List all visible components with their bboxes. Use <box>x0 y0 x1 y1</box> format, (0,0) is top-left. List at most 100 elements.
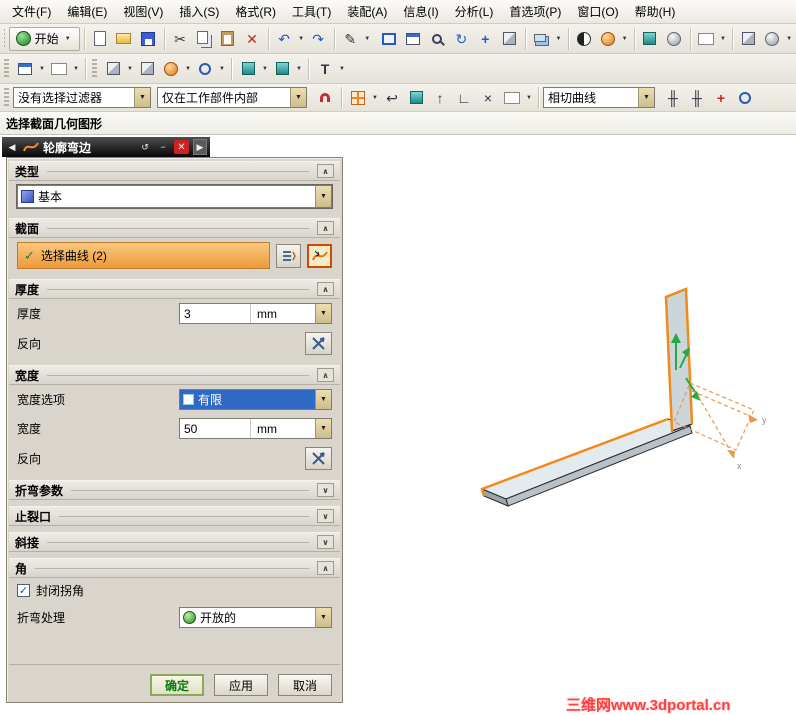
close-icon[interactable]: ✕ <box>174 140 189 154</box>
toolbar-grip[interactable] <box>4 58 9 79</box>
zoom-button[interactable] <box>425 27 449 51</box>
selection-filter-combo[interactable]: 没有选择过滤器 ▼ <box>13 87 151 108</box>
follow-fillet-button[interactable]: ╫ <box>685 86 709 110</box>
curve-rule-combo[interactable]: 相切曲线 ▼ <box>543 87 655 108</box>
shaded-view-button[interactable] <box>159 57 183 81</box>
ok-button[interactable]: 确定 <box>150 674 204 696</box>
cut-button[interactable]: ✂ <box>168 27 192 51</box>
minimize-icon[interactable]: − <box>156 139 170 155</box>
blank-dropdown-icon[interactable]: ▼ <box>71 57 81 81</box>
nav-back-icon[interactable]: ◀ <box>5 139 19 155</box>
orient-view-button[interactable] <box>101 57 125 81</box>
clip-section-dropdown-icon[interactable]: ▼ <box>294 57 304 81</box>
layer-settings-button[interactable] <box>530 27 554 51</box>
corner-snap-button[interactable]: ∟ <box>452 86 476 110</box>
stop-at-intersection-button[interactable]: ╫ <box>661 86 685 110</box>
save-button[interactable] <box>136 27 160 51</box>
dialog-title-bar[interactable]: ◀ 轮廓弯边 ↺ − ✕ ▶ <box>2 137 210 157</box>
corner-group-header[interactable]: 角 ∧ <box>9 558 340 578</box>
select-curve-field[interactable]: ✓ 选择曲线 (2) <box>17 242 270 269</box>
delete-button[interactable]: ✕ <box>240 27 264 51</box>
type-group-header[interactable]: 类型 ∧ <box>9 161 340 181</box>
menu-analysis[interactable]: 分析(L) <box>447 0 502 24</box>
background-swatch-button[interactable] <box>694 27 718 51</box>
fit-view-button[interactable] <box>377 27 401 51</box>
orient-view-dropdown-icon[interactable]: ▼ <box>125 57 135 81</box>
width-option-dropdown-icon[interactable]: ▼ <box>315 390 331 409</box>
toolbar-grip[interactable] <box>92 58 97 79</box>
width-group-header[interactable]: 宽度 ∧ <box>9 365 340 385</box>
chevron-up-icon[interactable]: ∧ <box>317 282 334 296</box>
selection-scope-dropdown-icon[interactable]: ▼ <box>290 88 306 107</box>
curve-rule-dropdown-icon[interactable]: ▼ <box>638 88 654 107</box>
object-display-button[interactable] <box>638 27 662 51</box>
menu-edit[interactable]: 编辑(E) <box>59 0 115 24</box>
flange-top-face[interactable] <box>480 418 692 500</box>
thickness-input[interactable] <box>180 304 250 323</box>
previous-selection-button[interactable]: ↩ <box>380 86 404 110</box>
render-style-dropdown-icon[interactable]: ▼ <box>784 27 794 51</box>
width-option-combo[interactable]: 有限 ▼ <box>179 389 332 410</box>
menu-format[interactable]: 格式(R) <box>227 0 284 24</box>
apply-button[interactable]: 应用 <box>214 674 268 696</box>
pan-view-button[interactable]: + <box>473 27 497 51</box>
pen-tool-button[interactable]: ✎ <box>338 27 362 51</box>
window-layout-button[interactable] <box>13 57 37 81</box>
snap-options-dropdown-icon[interactable]: ▼ <box>524 86 534 110</box>
graphics-viewport[interactable]: y x <box>380 250 796 550</box>
material-button[interactable] <box>596 27 620 51</box>
snap-toggle-button[interactable] <box>313 86 337 110</box>
edit-section-dropdown-icon[interactable]: ▼ <box>260 57 270 81</box>
selection-scope-combo[interactable]: 仅在工作部件内部 ▼ <box>157 87 307 108</box>
chevron-up-icon[interactable]: ∧ <box>317 221 334 235</box>
start-button[interactable]: 开始 ▼ <box>8 26 80 51</box>
paste-button[interactable] <box>216 27 240 51</box>
snapshot-button[interactable] <box>736 27 760 51</box>
trimetric-view-button[interactable] <box>135 57 159 81</box>
wireframe-view-button[interactable] <box>193 57 217 81</box>
close-corner-checkbox[interactable]: ✓ <box>17 584 30 597</box>
relief-group-header[interactable]: 止裂口 ∨ <box>9 506 340 526</box>
thickness-group-header[interactable]: 厚度 ∧ <box>9 279 340 299</box>
nav-forward-icon[interactable]: ▶ <box>193 139 207 155</box>
chevron-down-icon[interactable]: ∨ <box>317 483 334 497</box>
thickness-unit[interactable]: mm <box>250 304 315 323</box>
undo-dropdown-icon[interactable]: ▼ <box>296 27 306 51</box>
width-unit[interactable]: mm <box>250 419 315 438</box>
chevron-down-icon[interactable]: ∨ <box>317 535 334 549</box>
text-tool-dropdown-icon[interactable]: ▼ <box>337 57 347 81</box>
toolbar-grip[interactable] <box>4 28 5 49</box>
section-group-header[interactable]: 截面 ∧ <box>9 218 340 238</box>
selection-filter-dropdown-icon[interactable]: ▼ <box>134 88 150 107</box>
cancel-button[interactable]: 取消 <box>278 674 332 696</box>
miter-group-header[interactable]: 斜接 ∨ <box>9 532 340 552</box>
show-hide-button[interactable] <box>662 27 686 51</box>
display-mode-button[interactable] <box>572 27 596 51</box>
perspective-button[interactable] <box>497 27 521 51</box>
background-dropdown-icon[interactable]: ▼ <box>718 27 728 51</box>
point-snap-button[interactable] <box>346 86 370 110</box>
edit-section-button[interactable] <box>236 57 260 81</box>
menu-window[interactable]: 窗口(O) <box>569 0 626 24</box>
section-list-button[interactable] <box>276 243 301 268</box>
width-unit-dropdown-icon[interactable]: ▼ <box>315 419 331 438</box>
display-dropdown-icon[interactable]: ▼ <box>620 27 630 51</box>
text-tool-button[interactable]: T <box>313 57 337 81</box>
point-snap-dropdown-icon[interactable]: ▼ <box>370 86 380 110</box>
menu-help[interactable]: 帮助(H) <box>627 0 684 24</box>
bend-treatment-dropdown-icon[interactable]: ▼ <box>315 608 331 627</box>
menu-tools[interactable]: 工具(T) <box>284 0 339 24</box>
chevron-up-icon[interactable]: ∧ <box>317 561 334 575</box>
render-style-button[interactable] <box>760 27 784 51</box>
copy-button[interactable] <box>192 27 216 51</box>
bend-treatment-combo[interactable]: 开放的 ▼ <box>179 607 332 628</box>
menu-information[interactable]: 信息(I) <box>395 0 446 24</box>
open-file-button[interactable] <box>112 27 136 51</box>
undo-button[interactable]: ↶ <box>272 27 296 51</box>
window-layout-dropdown-icon[interactable]: ▼ <box>37 57 47 81</box>
shaded-view-dropdown-icon[interactable]: ▼ <box>183 57 193 81</box>
zoom-window-button[interactable] <box>401 27 425 51</box>
width-reverse-button[interactable] <box>305 447 332 470</box>
new-file-button[interactable] <box>88 27 112 51</box>
chevron-up-icon[interactable]: ∧ <box>317 368 334 382</box>
